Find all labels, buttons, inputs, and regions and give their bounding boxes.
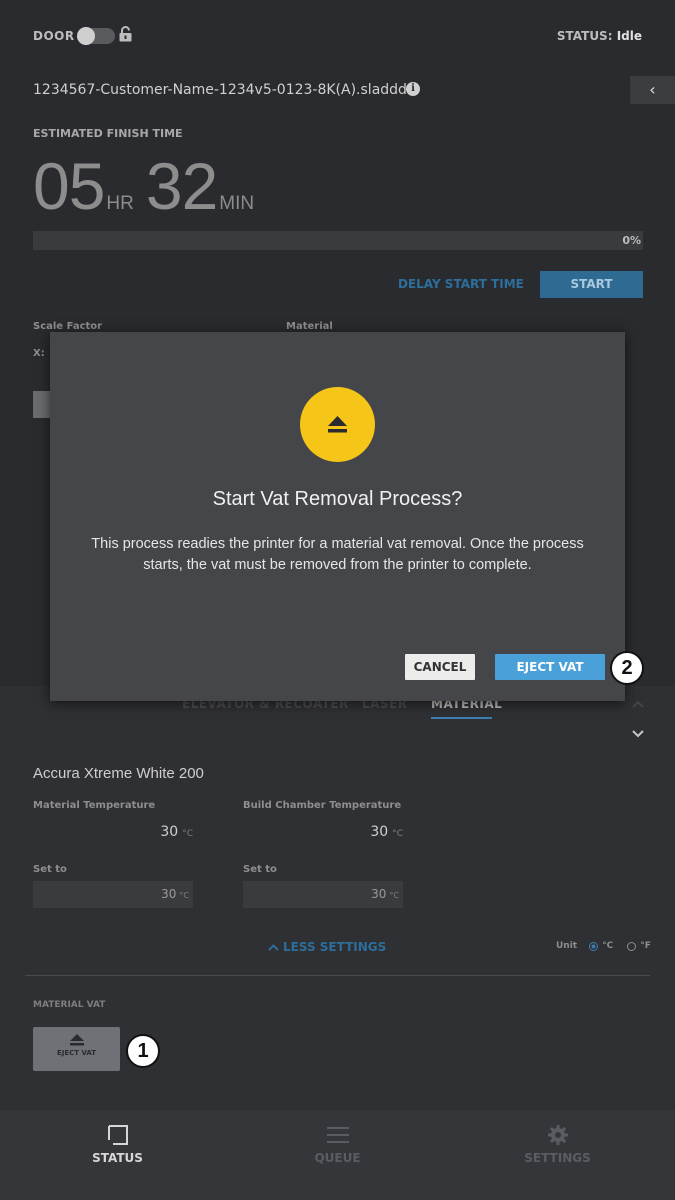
unit-selector: Unit °C °F [556, 941, 651, 951]
scale-x-label: X: [33, 348, 45, 359]
info-icon[interactable]: i [406, 82, 420, 96]
nav-status-label: STATUS [92, 1151, 143, 1165]
printer-status: STATUS: Idle [557, 29, 642, 43]
delay-start-time-button[interactable]: DELAY START TIME [398, 277, 524, 291]
door-toggle[interactable] [77, 27, 115, 45]
temp-unit: °C [392, 829, 403, 839]
status-prefix: STATUS: [556, 29, 613, 43]
eject-vat-button[interactable]: EJECT VAT [33, 1027, 120, 1071]
chamber-temperature-value: 30 °C [243, 824, 403, 840]
material-temp-number: 30 [160, 824, 179, 840]
start-button[interactable]: START [540, 271, 643, 298]
finish-hours: 05 [33, 149, 105, 223]
callout-1: 1 [126, 1034, 160, 1068]
less-settings-label: LESS SETTINGS [283, 940, 387, 954]
finish-minutes: 32 [145, 149, 218, 223]
nav-settings-label: SETTINGS [524, 1151, 591, 1165]
temp-unit: °C [179, 891, 189, 900]
set-chamber-temp-value: 30 [371, 887, 387, 901]
eject-icon [328, 416, 347, 433]
gear-icon [547, 1125, 568, 1145]
progress-bar [33, 231, 643, 250]
chamber-temp-number: 30 [370, 824, 389, 840]
set-material-temp-label: Set to [33, 864, 67, 875]
nav-queue[interactable]: QUEUE [225, 1110, 450, 1200]
chevron-down-icon[interactable] [632, 727, 644, 742]
estimated-finish-label: ESTIMATED FINISH TIME [33, 127, 183, 140]
build-chamber-temperature-label: Build Chamber Temperature [243, 800, 402, 811]
scale-factor-label: Scale Factor [33, 321, 103, 332]
callout-2: 2 [610, 651, 644, 685]
temp-unit: °C [182, 829, 193, 839]
eject-vat-confirm-button[interactable]: EJECT VAT [495, 654, 605, 680]
eject-icon [69, 1034, 84, 1046]
eject-vat-label: EJECT VAT [56, 1049, 97, 1057]
status-icon [107, 1125, 128, 1145]
status-value: Idle [616, 29, 642, 43]
collapse-panel-button[interactable]: ‹ [630, 76, 675, 104]
temp-unit: °C [389, 891, 399, 900]
door-label: DOOR [33, 29, 75, 43]
nav-settings[interactable]: SETTINGS [445, 1110, 670, 1200]
material-temperature-label: Material Temperature [33, 800, 156, 811]
divider [25, 975, 650, 976]
job-file-name: 1234567-Customer-Name-1234v5-0123-8K(A).… [33, 82, 407, 98]
nav-status[interactable]: STATUS [5, 1110, 230, 1200]
nav-queue-label: QUEUE [314, 1151, 361, 1165]
set-chamber-temp-input[interactable]: 30 °C [243, 881, 403, 908]
finish-minutes-unit: MIN [219, 193, 255, 214]
vat-removal-dialog: Start Vat Removal Process? This process … [50, 332, 625, 701]
queue-icon [326, 1127, 349, 1143]
set-material-temp-value: 30 [161, 887, 177, 901]
material-label: Material [286, 321, 333, 332]
bottom-nav: STATUS QUEUE SETTINGS [0, 1110, 675, 1200]
material-name: Accura Xtreme White 200 [33, 765, 204, 782]
estimated-finish-time: 05 HR 32 MIN [33, 148, 266, 224]
door-toggle-knob[interactable] [77, 27, 95, 45]
eject-icon-badge [300, 387, 375, 462]
less-settings-button[interactable]: LESS SETTINGS [268, 940, 386, 954]
set-material-temp-input[interactable]: 30 °C [33, 881, 193, 908]
dialog-title: Start Vat Removal Process? [212, 488, 463, 510]
material-temperature-value: 30 °C [33, 824, 193, 840]
unit-label: Unit [556, 941, 578, 951]
unit-fahrenheit-label: °F [640, 941, 651, 951]
chevron-up-icon[interactable] [632, 697, 644, 711]
unit-celsius-radio[interactable] [589, 941, 599, 951]
progress-percent: 0% [622, 234, 641, 247]
material-vat-label: MATERIAL VAT [33, 1000, 106, 1010]
chevron-up-icon [268, 944, 279, 951]
active-tab-indicator [431, 717, 492, 719]
unit-fahrenheit-radio[interactable] [627, 941, 637, 951]
lock-icon [119, 26, 132, 42]
dialog-message: This process readies the printer for a m… [91, 536, 584, 573]
set-chamber-temp-label: Set to [243, 864, 277, 875]
cancel-button[interactable]: CANCEL [405, 654, 475, 680]
finish-hours-unit: HR [106, 193, 134, 214]
unit-celsius-label: °C [602, 941, 614, 951]
